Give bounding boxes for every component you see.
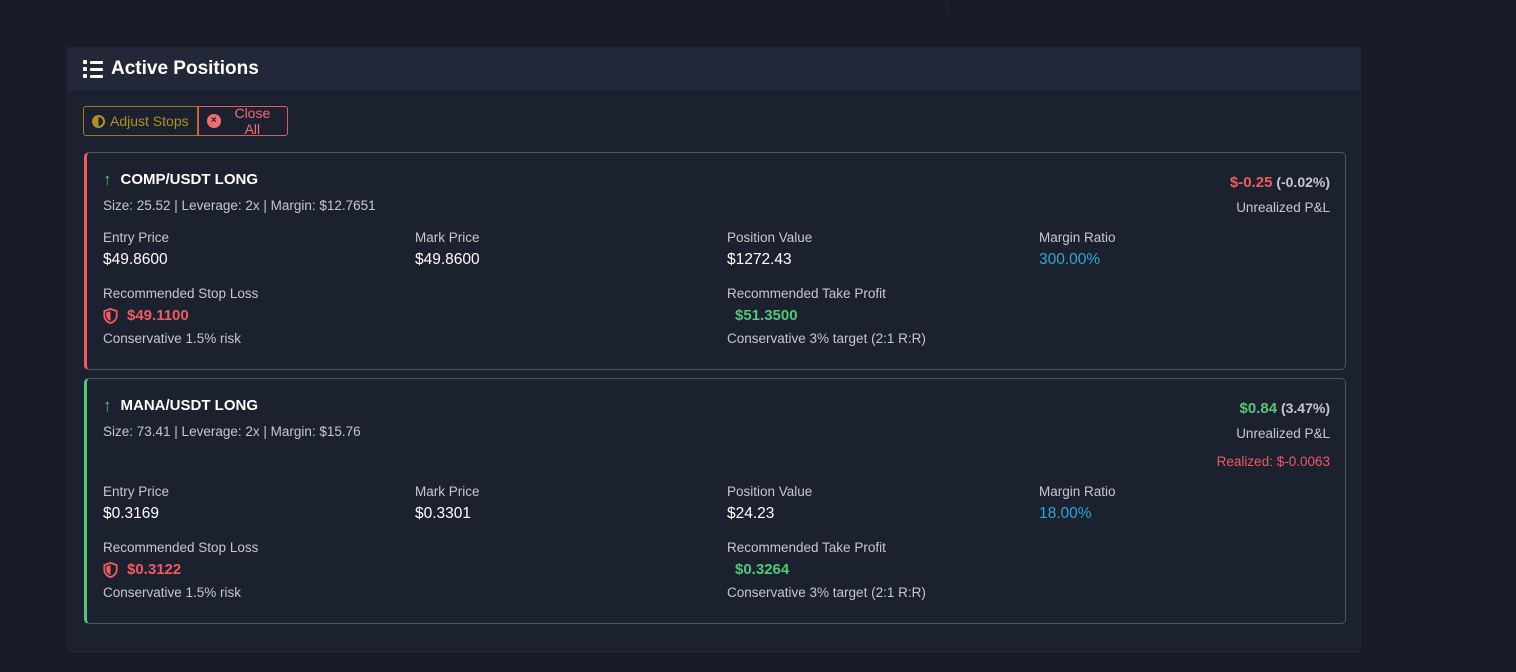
take-profit-label: Recommended Take Profit: [727, 540, 886, 555]
close-all-button[interactable]: × Close All: [198, 105, 288, 137]
mark-price: Mark Price $49.8600: [415, 230, 480, 269]
position-card[interactable]: ↑ COMP/USDT LONG Size: 25.52 | Leverage:…: [84, 152, 1346, 370]
margin-ratio: Margin Ratio 300.00%: [1039, 230, 1116, 269]
mark-price-label: Mark Price: [415, 230, 480, 245]
close-circle-icon: ×: [207, 114, 221, 128]
position-pair: MANA/USDT LONG: [120, 397, 259, 414]
recommended-stop-loss: Recommended Stop Loss $49.1100 Conservat…: [103, 286, 258, 346]
mark-price: Mark Price $0.3301: [415, 484, 480, 523]
panel-header: Active Positions: [68, 48, 1360, 90]
close-all-label: Close All: [234, 105, 271, 137]
recommended-stop-loss: Recommended Stop Loss $0.3122 Conservati…: [103, 540, 258, 600]
grid-icon: ▫▫: [998, 0, 1014, 5]
unrealized-pnl: $0.84 (3.47%): [1217, 400, 1330, 417]
position-value-label: Position Value: [727, 484, 813, 499]
margin-ratio-label: Margin Ratio: [1039, 230, 1116, 245]
stop-loss-note: Conservative 1.5% risk: [103, 331, 242, 346]
margin-ratio-label: Margin Ratio: [1039, 484, 1116, 499]
position-value-value: $1272.43: [727, 251, 792, 268]
position-value-value: $24.23: [727, 505, 775, 522]
half-circle-icon: [92, 114, 105, 128]
position-meta: Size: 73.41 | Leverage: 2x | Margin: $15…: [103, 424, 361, 439]
entry-price: Entry Price $0.3169: [103, 484, 169, 523]
take-profit-value: $51.3500: [735, 307, 798, 324]
unrealized-pnl: $-0.25 (-0.02%): [1230, 174, 1330, 191]
position-title: ↑ MANA/USDT LONG: [103, 397, 258, 414]
mark-price-label: Mark Price: [415, 484, 480, 499]
pnl-amount: $0.84: [1239, 400, 1278, 417]
position-card[interactable]: ↑ MANA/USDT LONG Size: 73.41 | Leverage:…: [84, 378, 1346, 624]
entry-price-value: $0.3169: [103, 505, 160, 522]
arrow-up-icon: ↑: [103, 170, 112, 189]
pnl-percent: (-0.02%): [1276, 174, 1330, 190]
list-icon: [83, 60, 103, 78]
take-profit-label: Recommended Take Profit: [727, 286, 886, 301]
top-divider: [947, 0, 948, 14]
margin-ratio-value: 300.00%: [1039, 251, 1101, 268]
stop-loss-value: $0.3122: [127, 561, 182, 578]
take-profit-value: $0.3264: [735, 561, 790, 578]
adjust-stops-button[interactable]: Adjust Stops: [83, 106, 198, 136]
realized-pnl: Realized: $-0.0063: [1216, 454, 1330, 469]
stop-loss-note: Conservative 1.5% risk: [103, 585, 242, 600]
position-title: ↑ COMP/USDT LONG: [103, 171, 258, 188]
shield-icon: [103, 561, 118, 578]
position-value-label: Position Value: [727, 230, 813, 245]
take-profit-note: Conservative 3% target (2:1 R:R): [727, 585, 926, 600]
entry-price-label: Entry Price: [103, 484, 170, 499]
entry-price-label: Entry Price: [103, 230, 170, 245]
pnl-amount: $-0.25: [1229, 174, 1273, 191]
take-profit-note: Conservative 3% target (2:1 R:R): [727, 331, 926, 346]
entry-price-value: $49.8600: [103, 251, 168, 268]
stop-loss-label: Recommended Stop Loss: [103, 286, 259, 301]
recommended-take-profit: Recommended Take Profit $51.3500 Conserv…: [727, 286, 926, 346]
active-positions-panel: Active Positions Adjust Stops × Close Al…: [67, 47, 1361, 652]
pnl-block: $0.84 (3.47%) Unrealized P&L Realized: $…: [1217, 400, 1330, 469]
stop-loss-value-row: $0.3122: [103, 561, 258, 578]
mark-price-value: $49.8600: [415, 251, 480, 268]
panel-title: Active Positions: [111, 58, 259, 79]
margin-ratio-value: 18.00%: [1039, 505, 1092, 522]
margin-ratio: Margin Ratio 18.00%: [1039, 484, 1116, 523]
pnl-label: Unrealized P&L: [1236, 426, 1330, 441]
pnl-block: $-0.25 (-0.02%) Unrealized P&L: [1230, 174, 1330, 215]
mark-price-value: $0.3301: [415, 505, 472, 522]
pnl-label: Unrealized P&L: [1236, 200, 1330, 215]
stop-loss-value-row: $49.1100: [103, 307, 258, 324]
shield-icon: [103, 307, 118, 324]
entry-price: Entry Price $49.8600: [103, 230, 169, 269]
stop-loss-value: $49.1100: [127, 307, 189, 324]
pnl-percent: (3.47%): [1280, 400, 1330, 416]
action-button-group: Adjust Stops × Close All: [83, 105, 288, 137]
arrow-up-icon: ↑: [103, 396, 112, 415]
recommended-take-profit: Recommended Take Profit $0.3264 Conserva…: [727, 540, 926, 600]
stop-loss-label: Recommended Stop Loss: [103, 540, 259, 555]
position-pair: COMP/USDT LONG: [120, 171, 259, 188]
adjust-stops-label: Adjust Stops: [110, 113, 189, 129]
position-meta: Size: 25.52 | Leverage: 2x | Margin: $12…: [103, 198, 376, 213]
position-value: Position Value $24.23: [727, 484, 812, 523]
position-value: Position Value $1272.43: [727, 230, 812, 269]
